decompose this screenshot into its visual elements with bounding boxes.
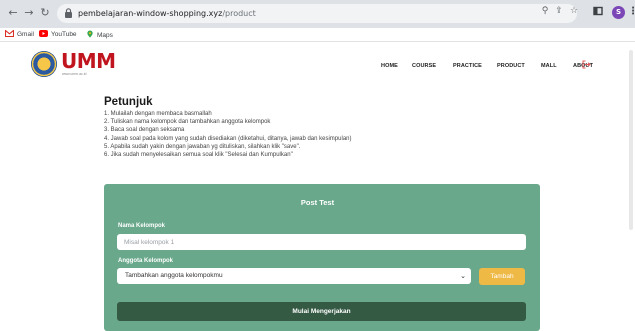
back-icon[interactable]: ← [6,6,20,20]
youtube-icon [39,30,48,37]
members-select[interactable]: Tambahkan anggota kelompokmu ⌄ [117,268,471,284]
bookmark-maps[interactable]: Maps [86,30,113,40]
page-title: Petunjuk [104,96,153,108]
zoom-icon[interactable]: ⚲ [540,6,550,16]
gmail-icon [5,30,14,37]
bookmark-star-icon[interactable]: ☆ [569,6,579,16]
forward-icon[interactable]: → [22,6,36,20]
lock-icon [65,8,72,18]
members-select-value: Tambahkan anggota kelompokmu [125,272,223,279]
profile-avatar[interactable]: S [612,6,625,19]
share-icon[interactable]: ⇪ [554,6,564,16]
logo-subtitle: www.umm.ac.id [62,72,87,76]
tab-panel-icon[interactable] [593,6,603,16]
site-logo[interactable]: UMM [61,50,116,72]
bookmarks-bar: Gmail YouTube Maps [0,28,635,42]
instruction-item: 2. Tuliskan nama kelompok dan tambahkan … [104,119,271,126]
bookmark-gmail[interactable]: Gmail [5,30,34,40]
chevron-down-icon: ⌄ [460,272,466,280]
nav-practice[interactable]: PRACTICE [453,62,482,70]
start-test-button[interactable]: Mulai Mengerjakan [117,302,526,321]
bookmark-label: Gmail [17,31,34,38]
instruction-item: 3. Baca soal dengan seksama [104,127,185,134]
instruction-item: 5. Apabila sudah yakin dengan jawaban yg… [104,143,301,150]
card-title: Post Test [300,198,335,207]
logout-icon[interactable] [582,60,591,69]
browser-toolbar: ← → ↻ pembelajaran-window-shopping.xyz/p… [0,0,635,28]
group-name-label: Nama Kelompok [118,223,166,229]
nav-home[interactable]: HOME [381,62,398,70]
url-text: pembelajaran-window-shopping.xyz/product [78,9,256,18]
instruction-item: 4. Jawab soal pada kolom yang sudah dise… [104,135,352,142]
nav-mall[interactable]: MALL [541,62,557,70]
scrollbar-thumb[interactable] [629,50,633,230]
group-name-input[interactable] [117,234,526,250]
bookmark-label: YouTube [51,31,77,38]
bookmark-label: Maps [97,32,113,39]
maps-icon [87,30,93,38]
nav-product[interactable]: PRODUCT [497,62,525,70]
umm-logo-seal[interactable] [31,51,57,77]
nav-course[interactable]: COURSE [412,62,436,70]
bookmark-youtube[interactable]: YouTube [39,30,77,40]
instruction-item: 6. Jika sudah menyelesaikan semua soal k… [104,152,293,159]
instruction-list: 1. Mulailah dengan membaca basmallah 2. … [104,110,352,159]
address-bar[interactable]: pembelajaran-window-shopping.xyz/product [57,4,577,23]
add-member-button[interactable]: Tambah [479,268,525,285]
members-label: Anggota Kelompok [118,258,173,264]
more-menu-icon[interactable]: ⋮ [628,6,635,18]
instruction-item: 1. Mulailah dengan membaca basmallah [104,111,212,117]
reload-icon[interactable]: ↻ [38,6,52,20]
